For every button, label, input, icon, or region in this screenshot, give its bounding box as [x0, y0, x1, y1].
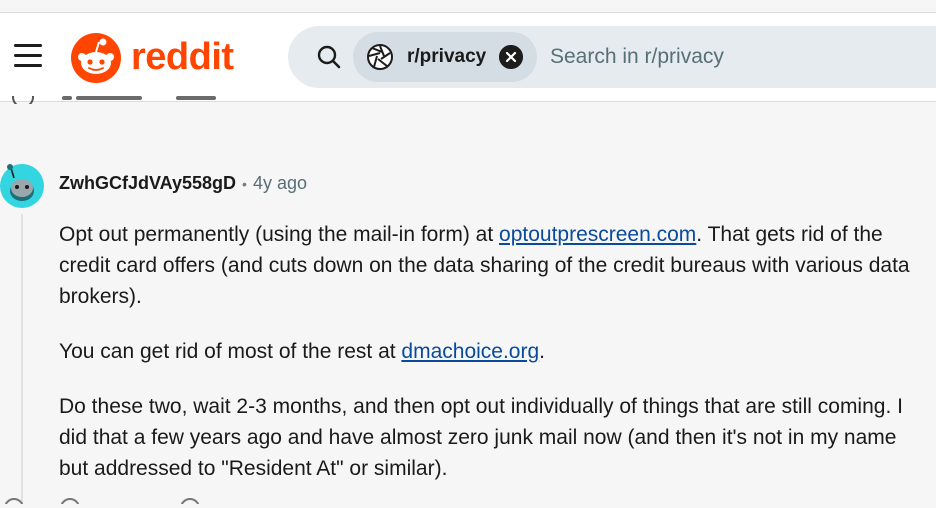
community-chip-label: r/privacy	[407, 46, 487, 67]
reddit-snoo-logo-icon[interactable]	[70, 32, 122, 84]
search-input[interactable]: Search in r/privacy	[550, 45, 724, 69]
search-icon	[317, 45, 341, 69]
close-icon[interactable]	[499, 45, 523, 69]
link-dmachoice[interactable]: dmachoice.org	[401, 340, 539, 363]
meta-separator: •	[242, 176, 247, 192]
snoo-avatar-icon[interactable]	[0, 158, 46, 208]
hamburger-menu-icon[interactable]	[14, 44, 42, 68]
comment-text: You can get rid of most of the rest at	[59, 340, 402, 363]
comment-author[interactable]: ZwhGCfJdVAy558gD	[59, 173, 236, 193]
comment-paragraph: Opt out permanently (using the mail-in f…	[59, 219, 919, 312]
comment-paragraph: You can get rid of most of the rest at d…	[59, 336, 919, 367]
link-optoutprescreen[interactable]: optoutprescreen.com	[499, 223, 696, 246]
comment-age[interactable]: 4y ago	[253, 173, 307, 193]
comment-body: Opt out permanently (using the mail-in f…	[59, 219, 919, 508]
comment-actions-peek	[0, 498, 260, 504]
community-filter-chip[interactable]: r/privacy	[353, 32, 537, 82]
aperture-community-icon	[367, 44, 393, 70]
search-bar[interactable]: r/privacy Search in r/privacy	[288, 26, 936, 88]
comment-meta: ZwhGCfJdVAy558gD • 4y ago	[59, 172, 307, 195]
comment-paragraph: Do these two, wait 2-3 months, and then …	[59, 395, 903, 480]
site-header: reddit r/privacy Search in r/privacy	[0, 13, 936, 102]
comment-text: .	[539, 340, 546, 363]
previous-comment-footer-peek	[0, 96, 260, 104]
thread-line[interactable]	[21, 214, 23, 504]
comment-text: Opt out permanently (using the mail-in f…	[59, 223, 500, 246]
reddit-wordmark[interactable]: reddit	[131, 35, 234, 79]
